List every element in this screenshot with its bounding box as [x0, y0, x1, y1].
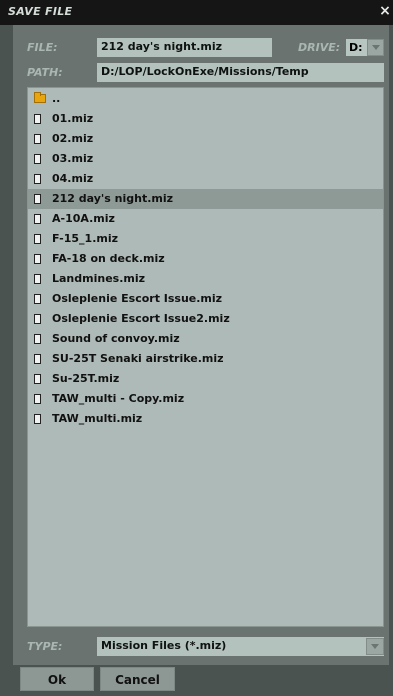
file-list-item[interactable]: Landmines.miz [28, 269, 383, 289]
file-label: FILE: [27, 41, 58, 54]
window-title: SAVE FILE [8, 5, 73, 18]
file-name-label: 212 day's night.miz [52, 192, 174, 205]
path-label: PATH: [27, 66, 63, 79]
file-name-label: Sound of convoy.miz [52, 332, 180, 345]
file-icon [34, 294, 41, 304]
file-list[interactable]: .. 01.miz 02.miz 03.miz 04.miz 212 day's nigh… [27, 87, 384, 627]
file-name-label: A-10A.miz [52, 212, 115, 225]
file-name-label: Landmines.miz [52, 272, 146, 285]
file-name-label: .. [52, 92, 61, 105]
file-icon [34, 334, 41, 344]
file-list-item[interactable]: 01.miz [28, 109, 383, 129]
file-name-input[interactable]: 212 day's night.miz [97, 38, 272, 57]
chevron-down-icon [371, 45, 380, 50]
parent-folder-item[interactable]: .. [28, 89, 383, 109]
close-icon[interactable]: × [379, 3, 391, 19]
file-name-label: 02.miz [52, 132, 94, 145]
file-list-item[interactable]: Osleplenie Escort Issue2.miz [28, 309, 383, 329]
file-list-item[interactable]: TAW_multi.miz [28, 409, 383, 429]
file-list-item[interactable]: F-15_1.miz [28, 229, 383, 249]
file-name-label: F-15_1.miz [52, 232, 119, 245]
file-name-label: TAW_multi.miz [52, 412, 143, 425]
file-list-item[interactable]: Su-25T.miz [28, 369, 383, 389]
file-list-item[interactable]: 02.miz [28, 129, 383, 149]
file-list-item[interactable]: A-10A.miz [28, 209, 383, 229]
file-list-item[interactable]: TAW_multi - Copy.miz [28, 389, 383, 409]
file-icon [34, 234, 41, 244]
drive-select[interactable]: D: [346, 39, 367, 56]
file-type-select[interactable]: Mission Files (*.miz) [97, 637, 384, 656]
cancel-button[interactable]: Cancel [100, 667, 175, 691]
path-field[interactable]: D:/LOP/LockOnExe/Missions/Temp [97, 63, 384, 82]
file-icon [34, 314, 41, 324]
file-list-item[interactable]: 212 day's night.miz [28, 189, 383, 209]
file-list-item[interactable]: 04.miz [28, 169, 383, 189]
file-list-item[interactable]: FA-18 on deck.miz [28, 249, 383, 269]
file-list-item[interactable]: Osleplenie Escort Issue.miz [28, 289, 383, 309]
file-name-label: 01.miz [52, 112, 94, 125]
ok-button[interactable]: Ok [20, 667, 94, 691]
type-dropdown-button[interactable] [366, 638, 384, 655]
file-icon [34, 354, 41, 364]
file-list-item[interactable]: SU-25T Senaki airstrike.miz [28, 349, 383, 369]
file-icon [34, 214, 41, 224]
file-icon [34, 114, 41, 124]
title-bar: SAVE FILE × [0, 0, 393, 25]
file-name-label: 03.miz [52, 152, 94, 165]
folder-icon [34, 92, 46, 103]
drive-dropdown-button[interactable] [367, 39, 384, 56]
type-label: TYPE: [27, 640, 63, 653]
chevron-down-icon [371, 644, 379, 649]
file-name-label: TAW_multi - Copy.miz [52, 392, 185, 405]
file-list-item[interactable]: Sound of convoy.miz [28, 329, 383, 349]
file-icon [34, 374, 41, 384]
file-name-label: 04.miz [52, 172, 94, 185]
file-name-label: Su-25T.miz [52, 372, 120, 385]
file-name-label: SU-25T Senaki airstrike.miz [52, 352, 224, 365]
file-list-item[interactable]: 03.miz [28, 149, 383, 169]
file-name-label: FA-18 on deck.miz [52, 252, 165, 265]
file-name-label: Osleplenie Escort Issue2.miz [52, 312, 230, 325]
file-icon [34, 154, 41, 164]
file-icon [34, 174, 41, 184]
file-icon [34, 394, 41, 404]
file-name-label: Osleplenie Escort Issue.miz [52, 292, 223, 305]
file-icon [34, 134, 41, 144]
file-icon [34, 274, 41, 284]
file-icon [34, 194, 41, 204]
file-icon [34, 414, 41, 424]
drive-label: DRIVE: [298, 41, 341, 54]
file-icon [34, 254, 41, 264]
